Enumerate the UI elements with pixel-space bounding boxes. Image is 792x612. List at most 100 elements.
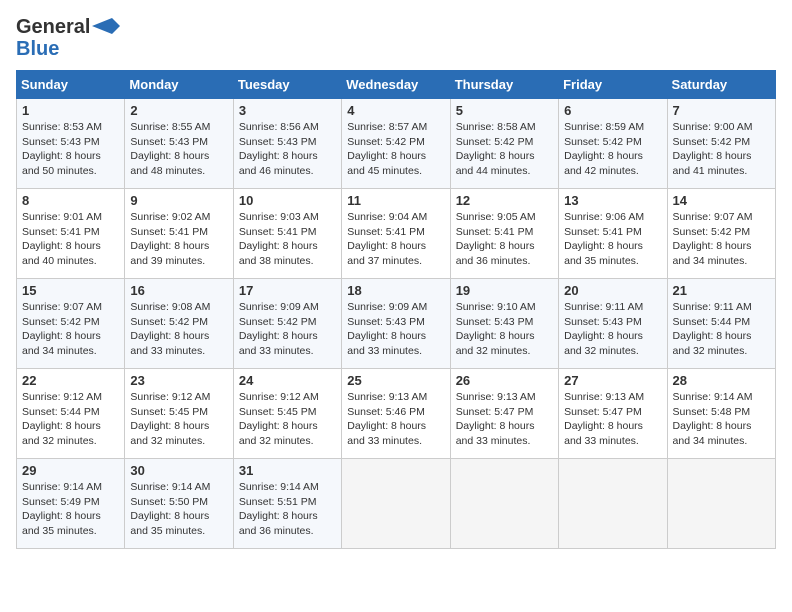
calendar-cell: 14 Sunrise: 9:07 AMSunset: 5:42 PMDayligh… [667,189,775,279]
week-row-4: 22 Sunrise: 9:12 AMSunset: 5:44 PMDayligh… [17,369,776,459]
day-number: 24 [239,373,336,388]
day-number: 5 [456,103,553,118]
weekday-header-thursday: Thursday [450,71,558,99]
week-row-2: 8 Sunrise: 9:01 AMSunset: 5:41 PMDaylight… [17,189,776,279]
day-info: Sunrise: 9:09 AMSunset: 5:42 PMDaylight:… [239,300,336,359]
calendar-cell: 19 Sunrise: 9:10 AMSunset: 5:43 PMDayligh… [450,279,558,369]
day-info: Sunrise: 8:53 AMSunset: 5:43 PMDaylight:… [22,120,119,179]
calendar-cell: 24Sunrise: 9:12 AMSunset: 5:45 PMDayligh… [233,369,341,459]
calendar-cell: 29Sunrise: 9:14 AMSunset: 5:49 PMDayligh… [17,459,125,549]
calendar-cell: 7 Sunrise: 9:00 AMSunset: 5:42 PMDaylight… [667,99,775,189]
day-info: Sunrise: 9:07 AMSunset: 5:42 PMDaylight:… [22,300,119,359]
week-row-5: 29Sunrise: 9:14 AMSunset: 5:49 PMDayligh… [17,459,776,549]
day-number: 31 [239,463,336,478]
weekday-header-sunday: Sunday [17,71,125,99]
day-info: Sunrise: 9:09 AMSunset: 5:43 PMDaylight:… [347,300,444,359]
day-info: Sunrise: 9:03 AMSunset: 5:41 PMDaylight:… [239,210,336,269]
calendar-cell: 6Sunrise: 8:59 AMSunset: 5:42 PMDaylight… [559,99,667,189]
calendar-cell: 21Sunrise: 9:11 AMSunset: 5:44 PMDayligh… [667,279,775,369]
day-number: 15 [22,283,119,298]
calendar-cell: 16 Sunrise: 9:08 AMSunset: 5:42 PMDayligh… [125,279,233,369]
calendar-cell: 2Sunrise: 8:55 AMSunset: 5:43 PMDaylight… [125,99,233,189]
day-number: 28 [673,373,770,388]
logo-arrow-icon [92,18,120,34]
calendar-cell: 31 Sunrise: 9:14 AMSunset: 5:51 PMDayligh… [233,459,341,549]
day-number: 30 [130,463,227,478]
day-number: 4 [347,103,444,118]
day-info: Sunrise: 8:58 AMSunset: 5:42 PMDaylight:… [456,120,553,179]
page-header: General Blue [16,16,776,60]
calendar-cell: 25 Sunrise: 9:13 AMSunset: 5:46 PMDayligh… [342,369,450,459]
calendar-cell [450,459,558,549]
day-info: Sunrise: 9:06 AMSunset: 5:41 PMDaylight:… [564,210,661,269]
day-number: 3 [239,103,336,118]
day-info: Sunrise: 9:07 AMSunset: 5:42 PMDaylight:… [673,210,770,269]
day-number: 9 [130,193,227,208]
calendar-cell: 4 Sunrise: 8:57 AMSunset: 5:42 PMDaylight… [342,99,450,189]
week-row-1: 1 Sunrise: 8:53 AMSunset: 5:43 PMDaylight… [17,99,776,189]
calendar-cell: 1 Sunrise: 8:53 AMSunset: 5:43 PMDaylight… [17,99,125,189]
day-number: 27 [564,373,661,388]
day-number: 19 [456,283,553,298]
calendar-cell: 8 Sunrise: 9:01 AMSunset: 5:41 PMDaylight… [17,189,125,279]
weekday-header-monday: Monday [125,71,233,99]
day-info: Sunrise: 9:13 AMSunset: 5:47 PMDaylight:… [564,390,661,449]
weekday-header-friday: Friday [559,71,667,99]
calendar-cell: 13 Sunrise: 9:06 AMSunset: 5:41 PMDayligh… [559,189,667,279]
day-info: Sunrise: 9:14 AMSunset: 5:48 PMDaylight:… [673,390,770,449]
day-number: 29 [22,463,119,478]
day-number: 11 [347,193,444,208]
day-info: Sunrise: 9:10 AMSunset: 5:43 PMDaylight:… [456,300,553,359]
day-info: Sunrise: 9:12 AMSunset: 5:44 PMDaylight:… [22,390,119,449]
calendar-cell: 27 Sunrise: 9:13 AMSunset: 5:47 PMDayligh… [559,369,667,459]
day-info: Sunrise: 9:14 AMSunset: 5:50 PMDaylight:… [130,480,227,539]
calendar-cell: 30 Sunrise: 9:14 AMSunset: 5:50 PMDayligh… [125,459,233,549]
day-number: 2 [130,103,227,118]
day-number: 12 [456,193,553,208]
day-number: 21 [673,283,770,298]
day-info: Sunrise: 8:56 AMSunset: 5:43 PMDaylight:… [239,120,336,179]
day-info: Sunrise: 9:00 AMSunset: 5:42 PMDaylight:… [673,120,770,179]
calendar-cell [342,459,450,549]
calendar-table: SundayMondayTuesdayWednesdayThursdayFrid… [16,70,776,549]
day-number: 1 [22,103,119,118]
week-row-3: 15 Sunrise: 9:07 AMSunset: 5:42 PMDayligh… [17,279,776,369]
day-number: 10 [239,193,336,208]
day-info: Sunrise: 8:57 AMSunset: 5:42 PMDaylight:… [347,120,444,179]
day-info: Sunrise: 9:05 AMSunset: 5:41 PMDaylight:… [456,210,553,269]
day-number: 18 [347,283,444,298]
calendar-cell: 18 Sunrise: 9:09 AMSunset: 5:43 PMDayligh… [342,279,450,369]
day-number: 8 [22,193,119,208]
day-number: 20 [564,283,661,298]
day-number: 7 [673,103,770,118]
calendar-cell: 9Sunrise: 9:02 AMSunset: 5:41 PMDaylight… [125,189,233,279]
logo: General Blue [16,16,120,60]
calendar-cell: 17 Sunrise: 9:09 AMSunset: 5:42 PMDayligh… [233,279,341,369]
day-number: 23 [130,373,227,388]
day-number: 17 [239,283,336,298]
calendar-cell: 15 Sunrise: 9:07 AMSunset: 5:42 PMDayligh… [17,279,125,369]
day-number: 22 [22,373,119,388]
calendar-cell: 12 Sunrise: 9:05 AMSunset: 5:41 PMDayligh… [450,189,558,279]
day-info: Sunrise: 9:08 AMSunset: 5:42 PMDaylight:… [130,300,227,359]
calendar-cell: 22 Sunrise: 9:12 AMSunset: 5:44 PMDayligh… [17,369,125,459]
day-info: Sunrise: 8:59 AMSunset: 5:42 PMDaylight:… [564,120,661,179]
day-number: 16 [130,283,227,298]
day-number: 13 [564,193,661,208]
day-info: Sunrise: 9:13 AMSunset: 5:46 PMDaylight:… [347,390,444,449]
day-info: Sunrise: 9:11 AMSunset: 5:43 PMDaylight:… [564,300,661,359]
weekday-header-tuesday: Tuesday [233,71,341,99]
calendar-cell [559,459,667,549]
calendar-cell [667,459,775,549]
calendar-cell: 23 Sunrise: 9:12 AMSunset: 5:45 PMDayligh… [125,369,233,459]
logo-text: General [16,16,90,38]
day-number: 25 [347,373,444,388]
day-number: 14 [673,193,770,208]
calendar-cell: 11Sunrise: 9:04 AMSunset: 5:41 PMDayligh… [342,189,450,279]
calendar-cell: 3 Sunrise: 8:56 AMSunset: 5:43 PMDaylight… [233,99,341,189]
day-info: Sunrise: 9:13 AMSunset: 5:47 PMDaylight:… [456,390,553,449]
weekday-header-saturday: Saturday [667,71,775,99]
day-info: Sunrise: 9:01 AMSunset: 5:41 PMDaylight:… [22,210,119,269]
day-info: Sunrise: 9:14 AMSunset: 5:51 PMDaylight:… [239,480,336,539]
day-info: Sunrise: 9:12 AMSunset: 5:45 PMDaylight:… [130,390,227,449]
